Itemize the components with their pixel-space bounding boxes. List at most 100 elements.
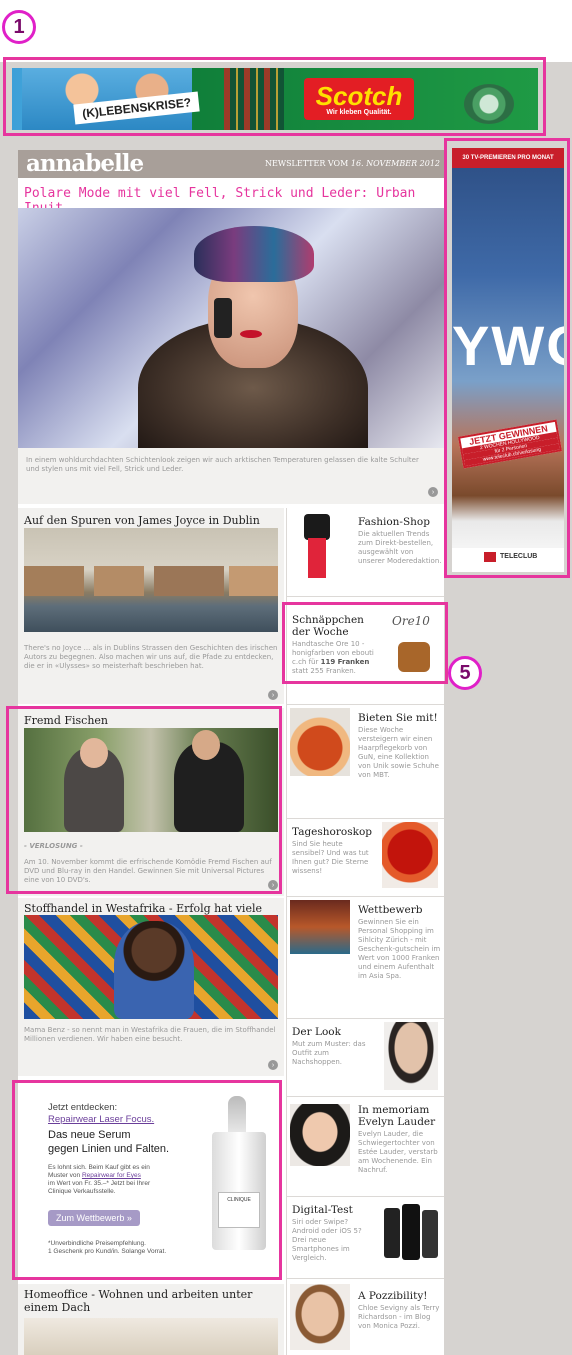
newsletter-date: NEWSLETTER VOM 16. NOVEMBER 2012 — [265, 159, 440, 168]
serum-bottle-image: CLINIQUE — [212, 1132, 266, 1250]
clinique-product-link[interactable]: Repairwear Laser Focus. — [48, 1114, 154, 1125]
sidebar-text: Mut zum Muster: das Outfit zum Nachshopp… — [292, 1040, 366, 1066]
article-title[interactable]: Fremd Fischen — [24, 714, 280, 727]
hero-arrow-icon[interactable]: › — [428, 487, 438, 497]
contest-button[interactable]: Zum Wettbewerb » — [48, 1210, 140, 1226]
dublin-image[interactable] — [24, 528, 278, 632]
sidebar-title[interactable]: Tageshoroskop — [292, 826, 376, 838]
fremd-fischen-image[interactable] — [24, 728, 278, 832]
fashion-shop-image[interactable] — [292, 514, 342, 578]
article-title[interactable]: Homeoffice - Wohnen und arbeiten unter e… — [24, 1288, 280, 1314]
sidebar-text: Diese Woche versteigern wir einen Haarpf… — [358, 726, 439, 779]
tartan-pattern — [224, 68, 284, 130]
sidebar-title[interactable]: Der Look — [292, 1026, 376, 1038]
look-image[interactable] — [384, 1022, 438, 1090]
win-badge[interactable]: JETZT GEWINNEN 2 WOCHEN HOLLYWOOD für 2 … — [457, 419, 563, 469]
clinique-foot2: 1 Geschenk pro Kund/in. Solange Vorrat. — [48, 1248, 167, 1255]
brand-name: Scotch — [315, 80, 403, 111]
sidebar-sep — [286, 818, 444, 819]
building-1 — [24, 566, 84, 596]
sidebar-text: Sind Sie heute sensibel? Und was tut Ihn… — [292, 840, 369, 875]
article-text: Am 10. November kommt die erfrischende K… — [24, 858, 272, 884]
building-3 — [154, 566, 224, 596]
westafrika-image[interactable] — [24, 915, 278, 1019]
handbag-image[interactable]: Ore10 — [388, 614, 438, 676]
building-4 — [229, 566, 278, 596]
sidebar-text: Siri oder Swipe? Android oder iOS 5? Dre… — [292, 1218, 362, 1262]
teleclub-icon — [484, 552, 496, 562]
woman — [114, 921, 194, 1019]
clinique-line2: Das neue Serum — [48, 1129, 131, 1141]
sidebar-title[interactable]: In memoriam Evelyn Lauder — [358, 1104, 442, 1128]
hero-text: In einem wohldurchdachten Schichtenlook … — [26, 456, 419, 473]
hero-hat — [194, 226, 314, 282]
clinique-body4: Clinique Verkaufsstelle. — [48, 1188, 116, 1195]
clinique-body3: im Wert von Fr. 35.–* Jetzt bei Ihrer — [48, 1180, 151, 1187]
horoscope-image[interactable] — [382, 822, 438, 888]
lauder-image[interactable] — [290, 1104, 350, 1166]
black-jacket — [304, 514, 330, 540]
tv-ad-headline: 30 TV-PREMIEREN PRO MONAT — [452, 148, 564, 168]
hero-lips — [240, 330, 262, 338]
sidebar-title[interactable]: Wettbewerb — [358, 904, 442, 916]
scotch-logo: Scotch Wir kleben Qualität. — [304, 78, 414, 120]
sidebar-text: Handtasche Ore 10 - honigfarben von ebou… — [292, 640, 374, 675]
f2 — [192, 730, 220, 760]
article-arrow-icon[interactable]: › — [268, 1060, 278, 1070]
pozzi-image[interactable] — [290, 1284, 350, 1350]
hollywood-sign: YWO — [452, 314, 564, 377]
phone-1 — [384, 1208, 400, 1258]
marker-1: 1 — [2, 10, 36, 44]
spa-image[interactable] — [290, 900, 350, 954]
sidebar-sep — [286, 596, 444, 597]
newsletter-header: annabelle NEWSLETTER VOM 16. NOVEMBER 20… — [18, 150, 444, 178]
handbag — [398, 642, 430, 672]
sidebar-sep — [286, 1018, 444, 1019]
article-title[interactable]: Auf den Spuren von James Joyce in Dublin — [24, 514, 280, 527]
clinique-body2-row: Muster von Repairwear for Eyes — [48, 1172, 141, 1179]
basket-image[interactable] — [290, 708, 350, 776]
sidebar-text: Evelyn Lauder, die Schwiegertochter von … — [358, 1130, 438, 1174]
sidebar-title[interactable]: Schnäppchen der Woche — [292, 614, 372, 638]
sidebar-divider — [286, 508, 287, 1355]
smartphones-image[interactable] — [384, 1202, 438, 1264]
sidebar-sep — [286, 1278, 444, 1279]
sidebar-text: Chloe Sevigny als Terry Richardson - im … — [358, 1304, 440, 1330]
scotch-banner-ad[interactable]: (K)LEBENSKRISE? Scotch Wir kleben Qualit… — [12, 68, 538, 130]
article-text: There's no Joyce ... als in Dublins Stra… — [24, 644, 278, 670]
article-text: Mama Benz - so nennt man in Westafrika d… — [24, 1026, 276, 1043]
sidebar-title[interactable]: Fashion-Shop — [358, 516, 442, 528]
clinique-ad[interactable]: Jetzt entdecken: Repairwear Laser Focus.… — [24, 1090, 278, 1275]
phone-2 — [402, 1204, 420, 1260]
hero-phone — [214, 298, 232, 338]
clinique-body1: Es lohnt sich. Beim Kauf gibt es ein — [48, 1164, 150, 1171]
sidebar-title[interactable]: Digital-Test — [292, 1204, 376, 1216]
f1 — [80, 738, 108, 768]
teleclub-ad[interactable]: 30 TV-PREMIEREN PRO MONAT YWO JETZT GEWI… — [452, 148, 564, 572]
clinique-foot1: *Unverbindliche Preisempfehlung. — [48, 1240, 146, 1247]
red-trousers — [308, 538, 326, 578]
bottle-label: CLINIQUE — [218, 1192, 260, 1228]
hero-image[interactable] — [18, 208, 444, 448]
clinique-line1: Jetzt entdecken: — [48, 1102, 118, 1113]
article-kicker: - VERLOSUNG - — [24, 842, 83, 850]
ore10-brand: Ore10 — [392, 614, 430, 628]
article-arrow-icon[interactable]: › — [268, 880, 278, 890]
annabelle-logo[interactable]: annabelle — [26, 150, 144, 178]
clinique-body-link[interactable]: Repairwear for Eyes — [82, 1172, 141, 1179]
teleclub-brand: TELECLUB — [500, 553, 538, 560]
sidebar-sep — [286, 896, 444, 897]
article-arrow-icon[interactable]: › — [268, 690, 278, 700]
marker-5: 5 — [448, 656, 482, 690]
sidebar-text: Gewinnen Sie ein Personal Shopping im Si… — [358, 918, 441, 980]
phone-3 — [422, 1210, 438, 1258]
clinique-line3: gegen Linien und Falten. — [48, 1143, 170, 1155]
sidebar-sep — [286, 1196, 444, 1197]
building-2 — [94, 566, 144, 596]
sidebar-title[interactable]: A Pozzibility! — [358, 1290, 442, 1302]
homeoffice-image[interactable] — [24, 1318, 278, 1355]
tv-ad-footer — [452, 548, 564, 572]
brand-tagline: Wir kleben Qualität. — [326, 108, 392, 116]
sidebar-text: Die aktuellen Trends zum Direkt-bestelle… — [358, 530, 442, 565]
sidebar-title[interactable]: Bieten Sie mit! — [358, 712, 442, 724]
